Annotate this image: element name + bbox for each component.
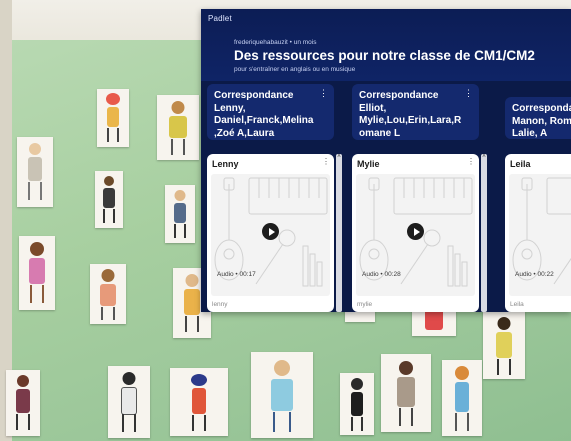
post-card[interactable]: Mylie ⋮ Audio • 00:28 mylie [352,154,479,312]
column-title: Correspondance Elliot, Mylie,Lou,Erin,La… [359,90,462,139]
child-drawing [108,366,150,438]
column-leila: Correspondance Manon, Rom Leila, Lalie, … [505,84,571,312]
child-drawing [90,264,126,324]
column-header[interactable]: Correspondance Elliot, Mylie,Lou,Erin,La… [352,84,479,140]
more-options-icon[interactable]: ⋮ [464,88,473,99]
post-menu-icon[interactable]: ⋮ [322,157,330,166]
post-author: lenny [212,301,228,308]
column-scrollbar[interactable]: ˄ [481,154,487,312]
child-drawing [165,185,195,243]
post-author: mylie [357,301,373,308]
padlet-logo[interactable]: Padlet [208,14,232,23]
column-lenny: Correspondance Lenny, Daniel,Franck,Meli… [207,84,342,312]
post-title: Leila [510,159,531,169]
scroll-up-icon[interactable]: ˄ [481,154,487,160]
child-drawing [340,373,374,435]
post-card[interactable]: Leila Audio • 00:22 Leila [505,154,571,312]
child-drawing [251,352,313,438]
post-title: Lenny [212,159,239,169]
scroll-up-icon[interactable]: ˄ [336,154,342,160]
more-options-icon[interactable]: ⋮ [319,88,328,99]
child-drawing [95,171,123,228]
post-author: Leila [510,301,524,308]
audio-duration: Audio • 00:28 [362,271,401,278]
child-drawing [19,236,55,310]
audio-thumbnail: Audio • 00:28 [356,174,475,296]
child-drawing [170,368,228,436]
column-title: Correspondance Lenny, Daniel,Franck,Meli… [214,90,314,139]
column-header[interactable]: Correspondance Manon, Rom Leila, Lalie, … [505,97,571,139]
page-title: Des ressources pour notre classe de CM1/… [234,48,535,63]
audio-duration: Audio • 00:22 [515,271,554,278]
padlet-board: Padlet frederiquehabauzit • un mois Des … [201,9,571,312]
column-mylie: Correspondance Elliot, Mylie,Lou,Erin,La… [352,84,487,312]
post-menu-icon[interactable]: ⋮ [467,157,475,166]
child-drawing [6,370,40,436]
audio-thumbnail: Audio • 00:22 [509,174,571,296]
child-drawing [381,354,431,432]
play-icon[interactable] [407,223,424,240]
column-header[interactable]: Correspondance Lenny, Daniel,Franck,Meli… [207,84,334,140]
child-drawing [483,311,525,379]
child-drawing [442,360,482,436]
author-meta: frederiquehabauzit • un mois [234,39,317,46]
child-drawing [97,89,129,147]
post-card[interactable]: Lenny ⋮ Audio • 00:17 lenny [207,154,334,312]
post-title: Mylie [357,159,380,169]
audio-thumbnail: Audio • 00:17 [211,174,330,296]
padlet-header: Padlet frederiquehabauzit • un mois Des … [201,9,571,81]
play-icon[interactable] [262,223,279,240]
column-scrollbar[interactable]: ˄ [336,154,342,312]
page-subtitle: pour s'entraîner en anglais ou en musiqu… [234,66,356,73]
columns-container: Correspondance Lenny, Daniel,Franck,Meli… [207,84,571,312]
column-title: Correspondance Manon, Rom Leila, Lalie, … [512,103,571,139]
child-drawing [17,137,53,207]
audio-duration: Audio • 00:17 [217,271,256,278]
child-drawing [157,95,199,160]
